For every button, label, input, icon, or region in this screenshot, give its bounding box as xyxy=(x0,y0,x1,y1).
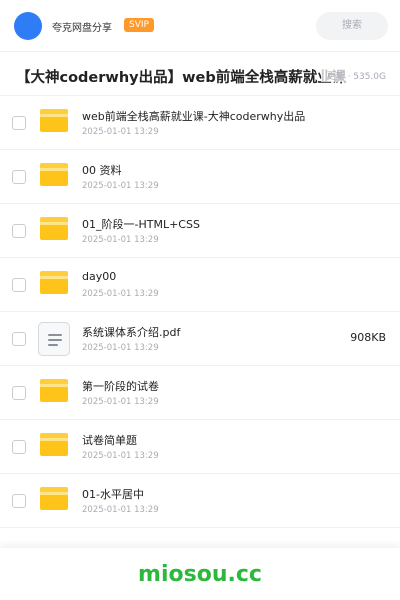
footer-brand: miosou.cc xyxy=(138,562,262,587)
file-date: 2025-01-01 13:29 xyxy=(82,289,159,299)
select-checkbox[interactable] xyxy=(12,332,26,346)
select-checkbox[interactable] xyxy=(12,116,26,130)
file-row[interactable]: 第一阶段的试卷 2025-01-01 13:29 xyxy=(0,366,400,420)
file-row[interactable]: 01_阶段一-HTML+CSS 2025-01-01 13:29 xyxy=(0,204,400,258)
select-checkbox[interactable] xyxy=(12,224,26,238)
site-name: 夸克网盘分享 xyxy=(52,23,112,34)
folder-icon xyxy=(40,487,68,510)
file-list: web前端全栈高薪就业课-大神coderwhy出品 2025-01-01 13:2… xyxy=(0,96,400,528)
file-row[interactable]: web前端全栈高薪就业课-大神coderwhy出品 2025-01-01 13:2… xyxy=(0,96,400,150)
file-name[interactable]: 00 资料 xyxy=(82,162,122,178)
file-size: 908KB xyxy=(350,331,386,344)
file-date: 2025-01-01 13:29 xyxy=(82,181,159,191)
select-checkbox[interactable] xyxy=(12,386,26,400)
folder-icon xyxy=(40,433,68,456)
folder-icon xyxy=(40,109,68,132)
file-date: 2025-01-01 13:29 xyxy=(82,397,159,407)
file-row[interactable]: 试卷简单题 2025-01-01 13:29 xyxy=(0,420,400,474)
select-checkbox[interactable] xyxy=(12,170,26,184)
svip-badge: SVIP xyxy=(124,18,154,32)
file-date: 2025-01-01 13:29 xyxy=(82,127,159,137)
file-name[interactable]: 系统课体系介绍.pdf xyxy=(82,324,180,340)
share-title: 【大神coderwhy出品】web前端全栈高薪就业课 xyxy=(16,70,347,86)
file-row[interactable]: 00 资料 2025-01-01 13:29 xyxy=(0,150,400,204)
file-name[interactable]: 01-水平居中 xyxy=(82,486,144,502)
select-checkbox[interactable] xyxy=(12,440,26,454)
file-date: 2025-01-01 13:29 xyxy=(82,505,159,515)
file-name[interactable]: web前端全栈高薪就业课-大神coderwhy出品 xyxy=(82,108,305,124)
file-name[interactable]: 01_阶段一-HTML+CSS xyxy=(82,216,200,232)
select-checkbox[interactable] xyxy=(12,278,26,292)
file-name[interactable]: day00 xyxy=(82,270,116,283)
file-row[interactable]: 01-水平居中 2025-01-01 13:29 xyxy=(0,474,400,528)
folder-icon xyxy=(40,271,68,294)
search-button[interactable]: 搜索 xyxy=(316,12,388,40)
file-name[interactable]: 试卷简单题 xyxy=(82,432,137,448)
folder-icon xyxy=(40,217,68,240)
file-row[interactable]: 系统课体系介绍.pdf 2025-01-01 13:29 908KB xyxy=(0,312,400,366)
share-meta: 更新 · 535.0G xyxy=(320,69,386,82)
file-name[interactable]: 第一阶段的试卷 xyxy=(82,378,159,394)
top-bar: 夸克网盘分享 SVIP 搜索 xyxy=(0,0,400,52)
avatar[interactable] xyxy=(14,12,42,40)
folder-icon xyxy=(40,379,68,402)
share-title-bar: 【大神coderwhy出品】web前端全栈高薪就业课 更新 · 535.0G xyxy=(0,52,400,96)
document-icon xyxy=(38,322,70,356)
file-date: 2025-01-01 13:29 xyxy=(82,235,159,245)
file-row[interactable]: day00 2025-01-01 13:29 xyxy=(0,258,400,312)
folder-icon xyxy=(40,163,68,186)
file-date: 2025-01-01 13:29 xyxy=(82,343,159,353)
select-checkbox[interactable] xyxy=(12,494,26,508)
file-date: 2025-01-01 13:29 xyxy=(82,451,159,461)
footer: miosou.cc xyxy=(0,548,400,600)
